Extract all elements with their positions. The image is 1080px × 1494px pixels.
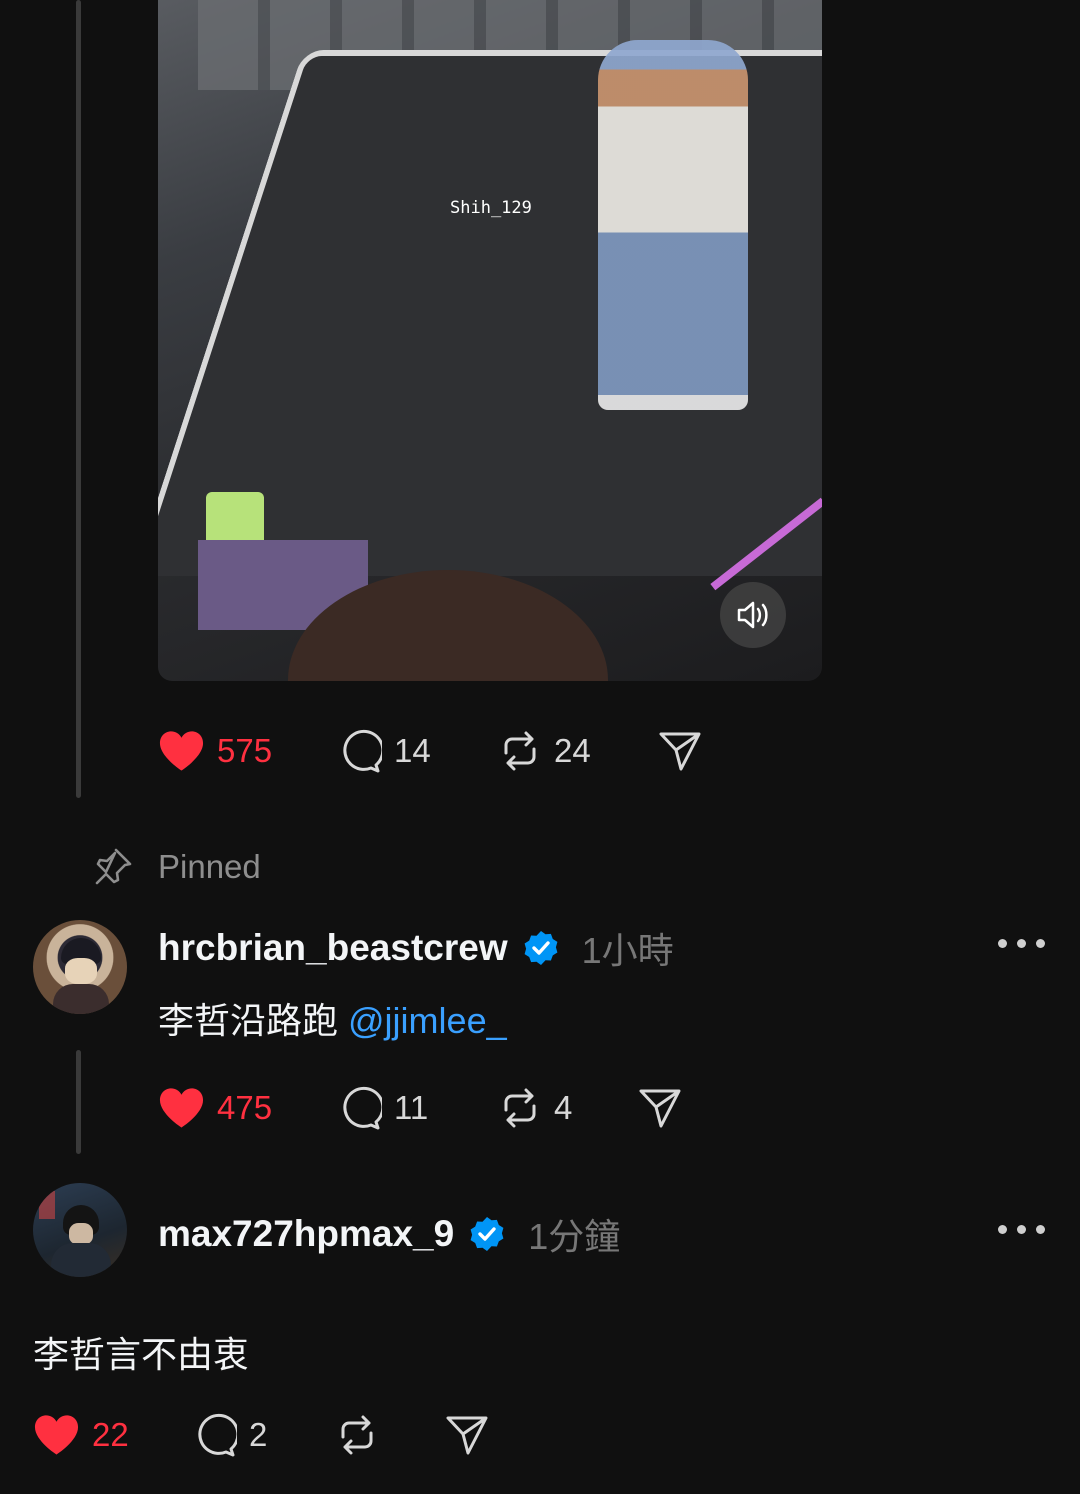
comment-count: 14	[394, 732, 431, 769]
sound-toggle-button[interactable]	[720, 582, 786, 648]
share-button[interactable]	[638, 1086, 682, 1130]
like-count: 22	[92, 1416, 129, 1453]
post-time: 1小時	[581, 930, 674, 971]
comment-button[interactable]: 14	[338, 729, 498, 773]
mention-link[interactable]: @jjimlee_	[348, 1000, 507, 1041]
send-icon	[639, 1089, 681, 1128]
video-watermark: Shih_129	[450, 198, 532, 218]
repost-button[interactable]: 24	[498, 729, 658, 773]
verified-badge-icon	[524, 931, 558, 965]
avatar[interactable]	[33, 1183, 127, 1277]
heart-filled-icon	[159, 731, 204, 771]
like-button[interactable]: 22	[33, 1414, 193, 1456]
post-time: 1分鐘	[528, 1216, 621, 1257]
send-icon	[446, 1416, 488, 1455]
comment-icon	[343, 729, 382, 773]
more-options-button[interactable]	[998, 1225, 1045, 1234]
reply-body: 李哲沿路跑	[158, 1000, 349, 1041]
like-count: 475	[217, 1089, 273, 1126]
repost-button[interactable]: 4	[498, 1086, 638, 1130]
dot-icon	[1017, 939, 1026, 948]
dot-icon	[998, 1225, 1007, 1234]
reply-text: 李哲沿路跑 @jjimlee_	[158, 992, 507, 1044]
repost-icon	[341, 1415, 373, 1455]
repost-count: 24	[554, 732, 591, 769]
reply-text: 李哲言不由衷	[33, 1334, 250, 1375]
repost-icon	[504, 1088, 536, 1128]
comment-button[interactable]: 2	[193, 1413, 335, 1457]
repost-count: 4	[554, 1089, 573, 1126]
comment-icon	[198, 1413, 237, 1457]
like-button[interactable]: 475	[158, 1087, 338, 1129]
repost-icon	[504, 731, 536, 771]
like-button[interactable]: 575	[158, 730, 338, 772]
share-button[interactable]	[445, 1413, 489, 1457]
pin-icon	[95, 848, 132, 885]
reply-header: hrcbrian_beastcrew 1小時	[158, 922, 674, 974]
username[interactable]: max727hpmax_9	[158, 1213, 454, 1255]
dot-icon	[1017, 1225, 1026, 1234]
dot-icon	[1036, 1225, 1045, 1234]
pinned-indicator: Pinned	[92, 844, 261, 890]
comment-count: 2	[249, 1416, 268, 1453]
repost-button[interactable]	[335, 1413, 445, 1457]
comment-count: 11	[394, 1089, 429, 1126]
send-icon	[659, 732, 701, 771]
verified-badge-icon	[470, 1217, 504, 1251]
comment-icon	[343, 1086, 382, 1130]
like-count: 575	[217, 732, 273, 769]
comment-button[interactable]: 11	[338, 1086, 498, 1130]
username[interactable]: hrcbrian_beastcrew	[158, 927, 508, 969]
heart-filled-icon	[34, 1415, 79, 1455]
heart-filled-icon	[159, 1088, 204, 1128]
thread-line	[76, 1050, 81, 1154]
dot-icon	[998, 939, 1007, 948]
post-actions: 22 2	[33, 1410, 489, 1460]
pinned-label: Pinned	[158, 848, 261, 885]
thread-line	[76, 0, 81, 798]
post-actions: 575 14 24	[158, 726, 702, 776]
reply-header: max727hpmax_9 1分鐘	[158, 1208, 620, 1260]
avatar[interactable]	[33, 920, 127, 1014]
share-button[interactable]	[658, 729, 702, 773]
more-options-button[interactable]	[998, 939, 1045, 948]
post-actions: 475 11 4	[158, 1083, 682, 1133]
performer	[598, 40, 748, 410]
dot-icon	[1036, 939, 1045, 948]
speaker-icon	[737, 601, 768, 629]
post-video[interactable]: Shih_129	[158, 0, 822, 681]
